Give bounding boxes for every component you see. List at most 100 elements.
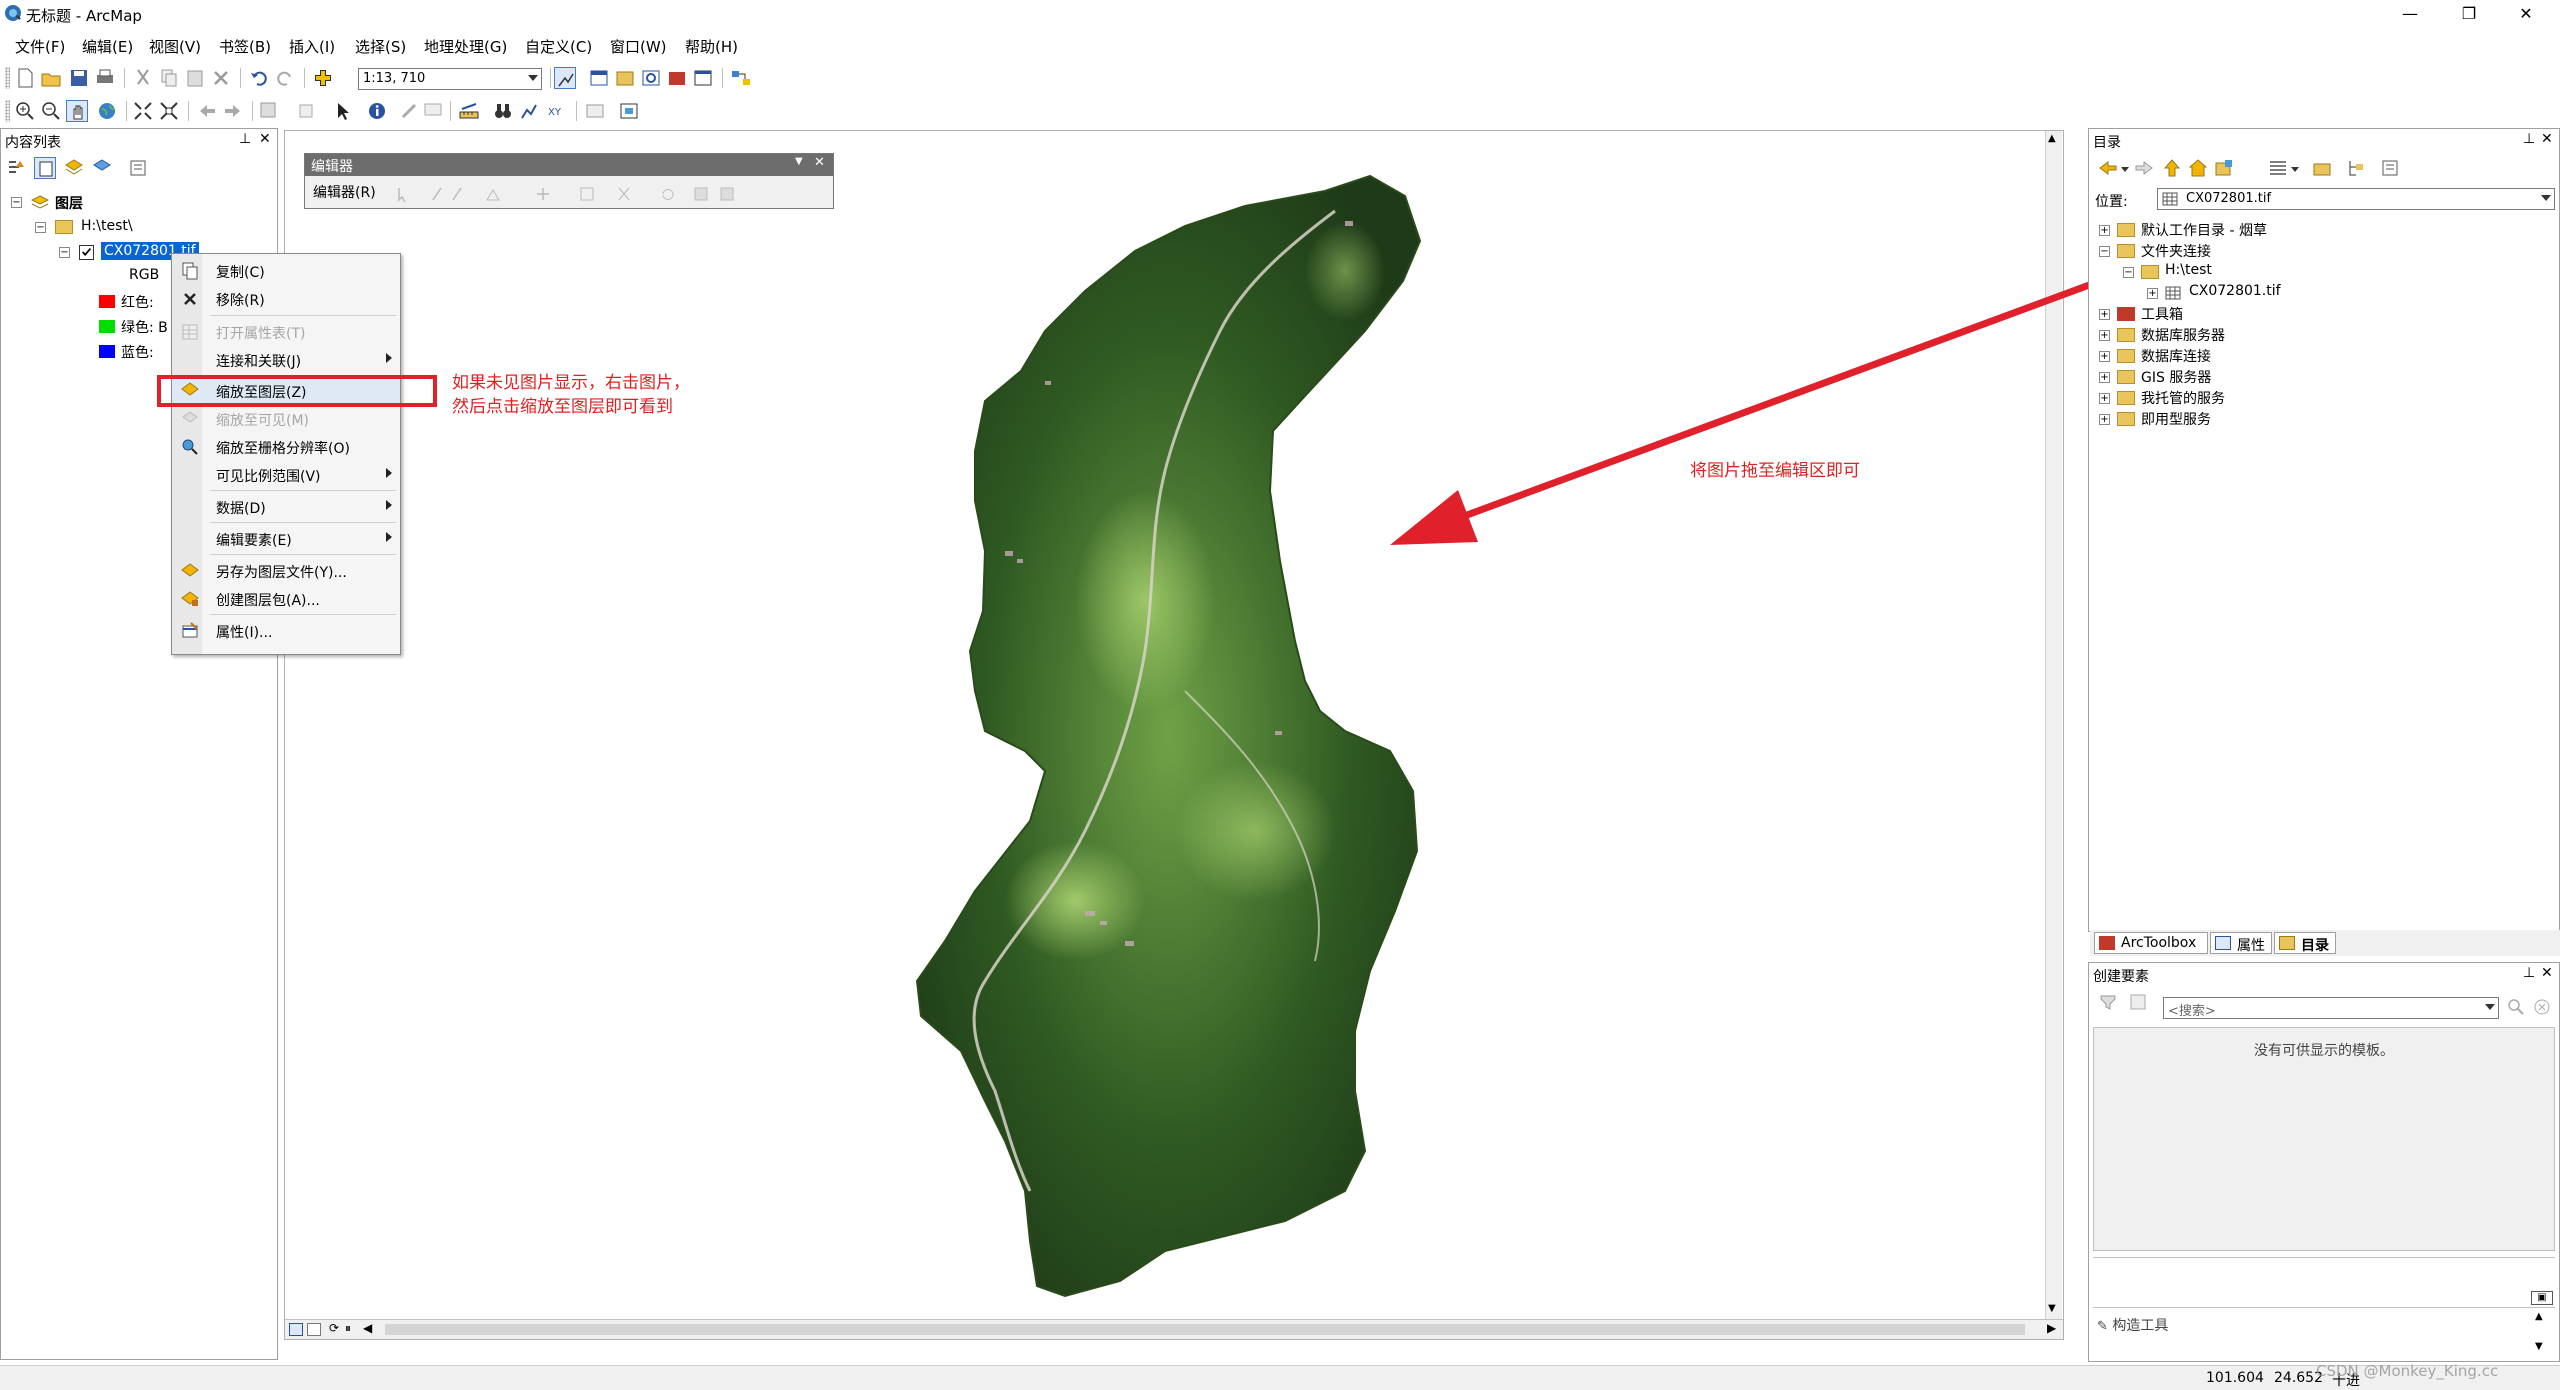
open-icon[interactable] — [40, 67, 62, 89]
cut-icon[interactable] — [132, 67, 154, 89]
tree-h-test[interactable]: H:\test — [2165, 262, 2212, 278]
full-extent-icon[interactable] — [96, 100, 118, 122]
identify-icon[interactable] — [366, 100, 388, 122]
horizontal-scrollbar-thumb[interactable] — [385, 1324, 2025, 1335]
ctx-edit-features[interactable]: 编辑要素(E) — [172, 524, 400, 552]
home-icon[interactable] — [2187, 157, 2209, 179]
pin-icon[interactable]: ⊥ — [2523, 965, 2535, 981]
search-icon[interactable] — [2505, 996, 2527, 1018]
ctx-open-attribute-table[interactable]: 打开属性表(T) — [172, 317, 400, 345]
list-by-drawing-order-icon[interactable] — [6, 157, 28, 179]
view-dropdown-icon[interactable] — [2291, 167, 2299, 172]
forward-icon[interactable] — [2133, 157, 2155, 179]
tree-expander[interactable]: + — [2099, 351, 2110, 362]
tab-properties[interactable]: 属性 — [2210, 932, 2272, 954]
ctx-joins-relates[interactable]: 连接和关联(J) — [172, 345, 400, 373]
clear-search-icon[interactable] — [2531, 996, 2553, 1018]
tree-toolboxes[interactable]: 工具箱 — [2141, 304, 2183, 324]
ctx-visible-scale-range[interactable]: 可见比例范围(V) — [172, 460, 400, 488]
toggle-contents-icon[interactable] — [2267, 157, 2289, 179]
scroll-up-icon[interactable]: ▲ — [2048, 133, 2056, 144]
template-view-icon[interactable] — [2127, 991, 2149, 1013]
copy-toolbar-icon[interactable] — [158, 67, 180, 89]
tree-gis-servers[interactable]: GIS 服务器 — [2141, 367, 2211, 387]
tree-expander[interactable]: + — [2099, 414, 2110, 425]
tree-expander[interactable]: + — [2099, 309, 2110, 320]
toggle-construction-tools-icon[interactable]: ▣ — [2531, 1291, 2553, 1305]
layers-expander[interactable]: − — [11, 197, 22, 208]
splitter[interactable] — [2093, 1257, 2555, 1258]
template-search-input[interactable]: <搜索> — [2163, 997, 2499, 1019]
toc-window-icon[interactable] — [588, 67, 610, 89]
menu-bookmarks[interactable]: 书签(B) — [219, 36, 271, 57]
tree-raster-file[interactable]: CX072801.tif — [2189, 283, 2281, 299]
hyperlink-icon[interactable] — [398, 100, 420, 122]
ctx-zoom-to-raster-resolution[interactable]: 缩放至栅格分辨率(O) — [172, 432, 400, 460]
menu-select[interactable]: 选择(S) — [355, 36, 406, 57]
forward-extent-icon[interactable] — [222, 100, 244, 122]
ctx-data[interactable]: 数据(D) — [172, 492, 400, 520]
ctx-properties[interactable]: 属性(I)... — [172, 616, 400, 644]
ctx-create-layer-package[interactable]: 创建图层包(A)... — [172, 584, 400, 612]
tab-catalog[interactable]: 目录 — [2274, 932, 2336, 954]
menu-view[interactable]: 视图(V) — [149, 36, 201, 57]
scroll-up-icon[interactable]: ▲ — [2535, 1311, 2543, 1322]
select-features-icon[interactable] — [258, 100, 280, 122]
scroll-left-icon[interactable]: ◀ — [363, 1321, 372, 1335]
location-combo[interactable]: CX072801.tif — [2157, 188, 2555, 210]
print-icon[interactable] — [94, 67, 116, 89]
new-document-icon[interactable] — [14, 67, 36, 89]
tree-expander[interactable]: + — [2099, 372, 2110, 383]
scroll-right-icon[interactable]: ▶ — [2047, 1321, 2056, 1335]
find-binoculars-icon[interactable] — [492, 100, 514, 122]
ctx-copy[interactable]: 复制(C) — [172, 256, 400, 284]
tree-expander[interactable]: + — [2099, 225, 2110, 236]
tree-database-servers[interactable]: 数据库服务器 — [2141, 325, 2225, 345]
map-scale-combo[interactable]: 1:13, 710 — [358, 68, 542, 90]
close-button[interactable]: ✕ — [2503, 3, 2549, 25]
tree-folder-connections[interactable]: 文件夹连接 — [2141, 241, 2211, 261]
redo-icon[interactable] — [274, 67, 296, 89]
ctx-save-as-layer-file[interactable]: 另存为图层文件(Y)... — [172, 556, 400, 584]
editor-toolbar-dropdown-icon[interactable]: ▼ — [795, 156, 803, 167]
arctoolbox-icon[interactable] — [666, 67, 688, 89]
toolbar-grip[interactable] — [5, 100, 10, 122]
menu-edit[interactable]: 编辑(E) — [82, 36, 133, 57]
measure-icon[interactable] — [458, 100, 480, 122]
menu-customize[interactable]: 自定义(C) — [525, 36, 592, 57]
catalog-window-icon[interactable] — [614, 67, 636, 89]
python-window-icon[interactable] — [692, 67, 714, 89]
refresh-icon[interactable]: ⟳ — [329, 1321, 339, 1335]
menu-geoprocessing[interactable]: 地理处理(G) — [424, 36, 507, 57]
fixed-zoom-out-icon[interactable] — [158, 100, 180, 122]
tree-view-icon[interactable] — [2345, 157, 2367, 179]
layer-expander[interactable]: − — [59, 247, 70, 258]
tree-expander[interactable]: + — [2099, 330, 2110, 341]
close-icon[interactable]: ✕ — [2541, 131, 2553, 147]
tree-my-hosted-services[interactable]: 我托管的服务 — [2141, 388, 2225, 408]
up-one-level-icon[interactable] — [2161, 157, 2183, 179]
tree-database-connections[interactable]: 数据库连接 — [2141, 346, 2211, 366]
pin-icon[interactable]: ⊥ — [239, 131, 251, 147]
ctx-zoom-to-visible[interactable]: 缩放至可见(M) — [172, 404, 400, 432]
close-icon[interactable]: ✕ — [259, 131, 271, 147]
layer-visibility-checkbox[interactable] — [79, 245, 94, 260]
editor-toolbar-close-icon[interactable]: ✕ — [814, 155, 825, 170]
time-slider-icon[interactable] — [584, 100, 606, 122]
editor-toolbar-title[interactable]: 编辑器 ▼ ✕ — [305, 154, 833, 176]
close-icon[interactable]: ✕ — [2541, 965, 2553, 981]
tree-expander[interactable]: + — [2147, 288, 2158, 299]
undo-icon[interactable] — [248, 67, 270, 89]
paste-icon[interactable] — [184, 67, 206, 89]
add-data-icon[interactable] — [312, 67, 334, 89]
tab-arctoolbox[interactable]: ArcToolbox — [2094, 932, 2208, 954]
data-view-icon[interactable] — [289, 1323, 303, 1336]
back-icon[interactable] — [2097, 157, 2119, 179]
back-extent-icon[interactable] — [196, 100, 218, 122]
minimize-button[interactable]: — — [2387, 3, 2433, 25]
editor-menu-button[interactable]: 编辑器(R) — [313, 182, 376, 202]
connect-folder-icon[interactable] — [2213, 157, 2235, 179]
delete-icon[interactable] — [210, 67, 232, 89]
pause-drawing-icon[interactable]: ⏸ — [345, 1321, 351, 1336]
restore-button[interactable]: ❐ — [2446, 3, 2492, 25]
